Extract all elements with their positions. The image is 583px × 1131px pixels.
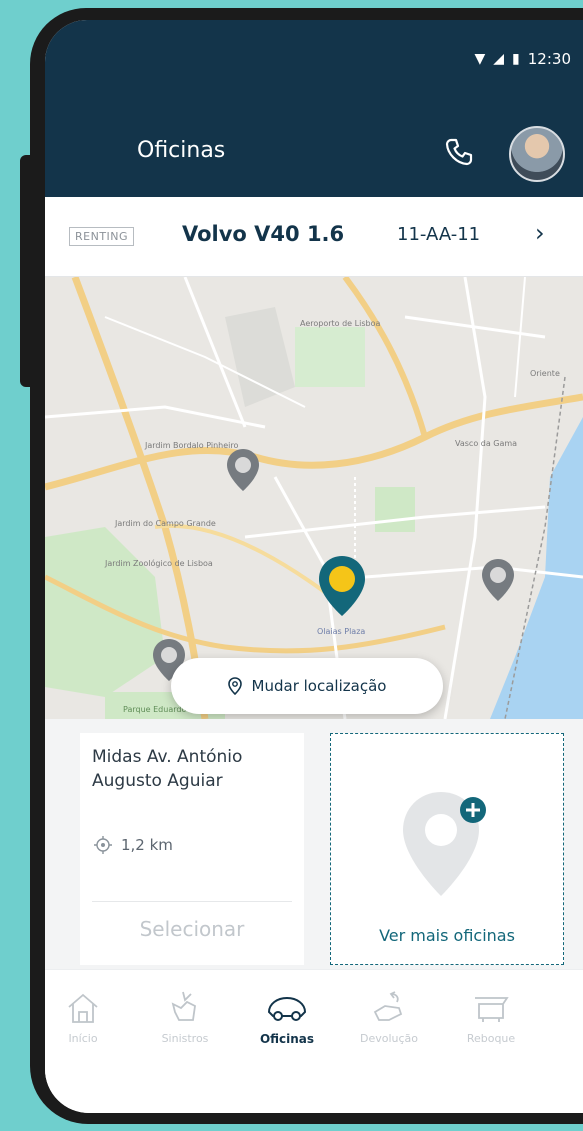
status-bar: ▼ ◢ ▮ 12:30 [474, 50, 571, 68]
select-workshop-button[interactable]: Selecionar [80, 917, 304, 941]
map-label: Aeroporto de Lisboa [300, 319, 381, 328]
change-location-label: Mudar localização [251, 677, 387, 695]
change-location-button[interactable]: Mudar localização [171, 658, 443, 714]
add-location-icon [403, 792, 486, 896]
nav-item-devolucao[interactable]: Devolução [339, 990, 439, 1045]
nav-item-inicio[interactable]: Início [45, 990, 133, 1045]
target-icon [94, 836, 112, 854]
nav-label: Reboque [466, 1032, 516, 1045]
workshop-carousel[interactable]: Midas Av. António Augusto Aguiar 1,2 km … [45, 719, 583, 969]
distance-value: 1,2 km [121, 836, 173, 854]
signal-icon: ◢ [493, 51, 505, 67]
tow-icon [475, 997, 509, 1022]
nav-label: Devolução [359, 1032, 419, 1045]
vehicle-selector[interactable]: RENTING Volvo V40 1.6 11-AA-11 › [45, 197, 583, 277]
wifi-icon: ▼ [474, 51, 486, 67]
map-label: Jardim do Campo Grande [115, 519, 216, 528]
map-label: Vasco da Gama [455, 439, 518, 448]
card-divider [92, 901, 292, 902]
app-screen: ▼ ◢ ▮ 12:30 Oficinas RENTING Volvo V40 1… [45, 20, 583, 1113]
selected-workshop-pin-icon[interactable] [317, 554, 367, 618]
nav-label: Oficinas [259, 1032, 315, 1046]
nav-item-oficinas[interactable]: Oficinas [237, 990, 337, 1046]
map-view[interactable]: Aeroporto de Lisboa Jardim Bordalo Pinhe… [45, 277, 583, 719]
battery-icon: ▮ [512, 51, 520, 67]
map-label: Oriente [530, 369, 560, 378]
more-workshops-label: Ver mais oficinas [379, 926, 515, 945]
nav-item-sinistros[interactable]: Sinistros [135, 990, 235, 1045]
renting-badge: RENTING [69, 227, 135, 246]
map-background [45, 277, 583, 719]
avatar[interactable] [509, 126, 565, 182]
vehicle-model: Volvo V40 1.6 [182, 222, 345, 246]
nav-label: Início [68, 1032, 98, 1045]
bottom-navigation: Início Sinistros Oficinas Devolução Rebo… [45, 969, 583, 1113]
app-header: ▼ ◢ ▮ 12:30 Oficinas [45, 20, 583, 197]
return-icon [373, 991, 403, 1021]
map-label: Jardim Zoológico de Lisboa [105, 559, 213, 568]
status-time: 12:30 [527, 50, 571, 68]
phone-icon[interactable] [443, 136, 475, 168]
chevron-right-icon[interactable]: › [535, 219, 545, 247]
vehicle-plate: 11-AA-11 [397, 224, 481, 245]
workshop-pin-icon[interactable] [480, 557, 516, 603]
location-pin-icon [227, 677, 242, 695]
nav-item-reboque[interactable]: Reboque [441, 990, 541, 1045]
nav-label: Sinistros [161, 1032, 209, 1045]
workshop-pin-icon[interactable] [225, 447, 261, 493]
workshop-name: Midas Av. António Augusto Aguiar [92, 747, 243, 791]
home-icon [68, 993, 98, 1023]
accident-icon [171, 991, 196, 1021]
car-icon [267, 996, 307, 1021]
workshop-card[interactable]: Midas Av. António Augusto Aguiar 1,2 km … [80, 733, 304, 965]
page-title: Oficinas [137, 138, 226, 163]
more-workshops-card[interactable]: Ver mais oficinas [330, 733, 564, 965]
workshop-distance: 1,2 km [94, 836, 173, 854]
map-label: Olaias Plaza [317, 627, 366, 636]
